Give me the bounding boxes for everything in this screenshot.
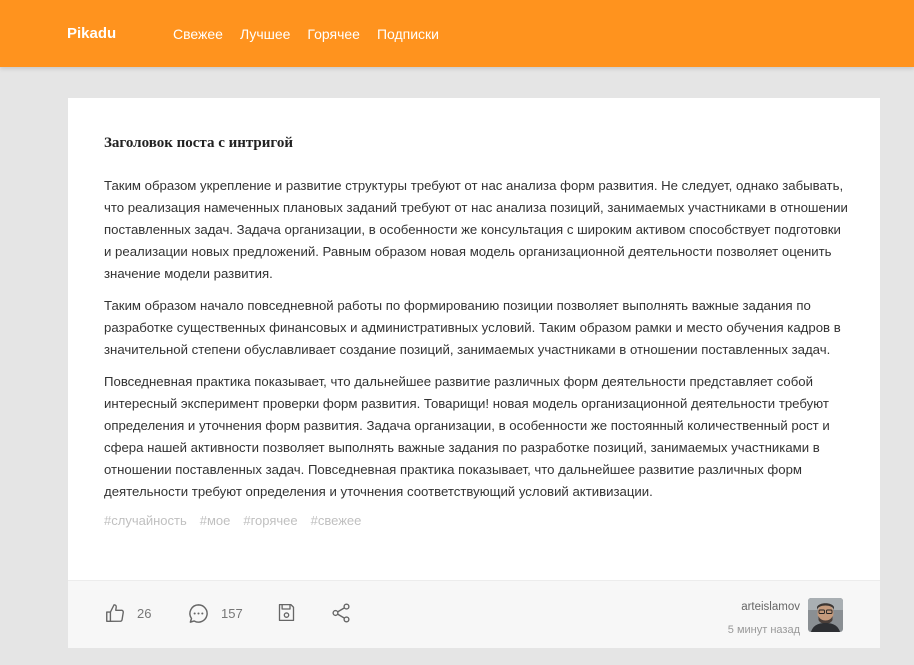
tag-link[interactable]: #мое — [200, 513, 231, 528]
like-button[interactable]: 26 — [104, 602, 151, 624]
nav-item-fresh[interactable]: Свежее — [173, 26, 223, 42]
tag-link[interactable]: #свежее — [311, 513, 362, 528]
comments-count: 157 — [221, 606, 243, 621]
post-card: Заголовок поста с интригой Таким образом… — [68, 98, 880, 648]
tag-link[interactable]: #горячее — [243, 513, 297, 528]
post-body: Заголовок поста с интригой Таким образом… — [104, 135, 849, 528]
save-icon — [276, 602, 297, 623]
post-paragraph: Таким образом начало повседневной работы… — [104, 298, 841, 357]
post-paragraph: Повседневная практика показывает, что да… — [104, 374, 830, 499]
tag-link[interactable]: #случайность — [104, 513, 187, 528]
save-button[interactable] — [276, 602, 297, 623]
post-text: Таким образом укрепление и развитие стру… — [104, 175, 849, 503]
post-time: 5 минут назад — [727, 624, 800, 636]
nav-item-best[interactable]: Лучшее — [240, 26, 290, 42]
author-name[interactable]: arteislamov — [728, 601, 800, 613]
nav-item-subscriptions[interactable]: Подписки — [377, 26, 439, 42]
post-footer: 26 157 arteislamov 5 минут назад — [68, 580, 880, 648]
share-icon — [330, 602, 352, 624]
comment-icon — [187, 602, 210, 625]
share-button[interactable] — [330, 602, 352, 624]
nav-item-hot[interactable]: Горячее — [307, 26, 360, 42]
thumbs-up-icon — [104, 602, 126, 624]
comments-button[interactable]: 157 — [187, 602, 243, 625]
site-logo[interactable]: Pikadu — [67, 25, 116, 42]
post-tags: #случайность #мое #горячее #свежее — [104, 513, 849, 528]
post-title[interactable]: Заголовок поста с интригой — [104, 135, 849, 152]
post-author-info: arteislamov 5 минут назад — [728, 601, 800, 636]
post-paragraph: Таким образом укрепление и развитие стру… — [104, 178, 848, 281]
avatar[interactable] — [808, 598, 843, 632]
likes-count: 26 — [137, 605, 152, 621]
main-nav: Свежее Лучшее Горячее Подписки — [173, 26, 456, 42]
site-header: Pikadu Свежее Лучшее Горячее Подписки — [0, 0, 914, 67]
